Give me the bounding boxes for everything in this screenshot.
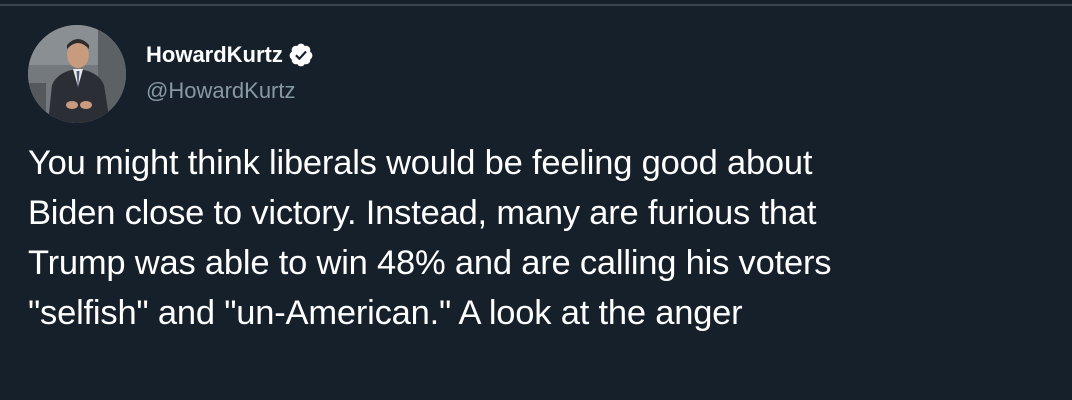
- name-row: HowardKurtz: [146, 38, 314, 72]
- handle[interactable]: @HowardKurtz: [146, 78, 314, 104]
- profile-photo-icon: [28, 25, 126, 123]
- tweet-text-line: Biden close to victory. Instead, many ar…: [28, 194, 817, 232]
- top-divider: [0, 4, 1072, 6]
- tweet[interactable]: HowardKurtz @HowardKurtz: [28, 22, 1058, 126]
- tweet-text: You might think liberals would be feelin…: [28, 138, 1068, 338]
- avatar[interactable]: [28, 25, 126, 123]
- tweet-text-line: You might think liberals would be feelin…: [28, 144, 813, 182]
- tweet-header: HowardKurtz @HowardKurtz: [28, 22, 1058, 126]
- display-name[interactable]: HowardKurtz: [146, 42, 283, 68]
- tweet-text-line: Trump was able to win 48% and are callin…: [28, 244, 832, 282]
- author-names: HowardKurtz @HowardKurtz: [146, 38, 314, 104]
- verified-badge-icon: [288, 42, 314, 68]
- tweet-text-line: "selfish" and "un-American." A look at t…: [28, 294, 743, 332]
